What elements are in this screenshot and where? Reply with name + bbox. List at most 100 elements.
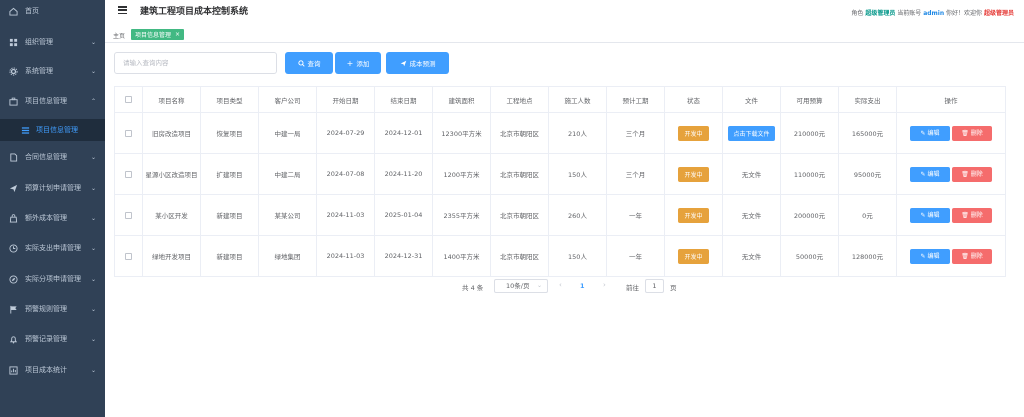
edit-button[interactable]: ✎ 编辑: [910, 248, 950, 264]
row-checkbox[interactable]: [125, 170, 132, 178]
tag-home[interactable]: 主页: [113, 31, 125, 40]
search-input[interactable]: [114, 52, 277, 74]
delete-button[interactable]: 🗑 删除: [952, 125, 992, 141]
sidebar-item-label: 预警记录管理: [25, 335, 67, 343]
sidebar-item-4[interactable]: 项目信息管理 ⌃: [0, 90, 105, 112]
send-icon: [400, 60, 406, 66]
sidebar-item-8[interactable]: 额外成本管理 ⌄: [0, 207, 105, 229]
sidebar-item-6[interactable]: 合同信息管理 ⌄: [0, 146, 105, 168]
next-page-icon[interactable]: ›: [603, 281, 606, 289]
cell-client: 绿地集团: [258, 235, 317, 277]
cell-location: 北京市朝阳区: [490, 194, 549, 236]
sidebar-item-1[interactable]: 首页: [0, 0, 105, 22]
cell-actual: 0元: [838, 194, 897, 236]
pagination: 共 4 条 10条/页 ⌄ ‹ 1 › 前往 1 页: [0, 279, 1024, 293]
cost-forecast-button[interactable]: 成本预测: [386, 52, 449, 74]
cell-end: 2024-12-31: [374, 235, 433, 277]
delete-button[interactable]: 🗑 删除: [952, 207, 992, 223]
sidebar-subitem-project-info[interactable]: 项目信息管理: [0, 119, 105, 141]
cell-workers: 210人: [548, 112, 607, 154]
column-header: 状态: [664, 86, 723, 113]
edit-button[interactable]: ✎ 编辑: [910, 207, 950, 223]
row-checkbox[interactable]: [125, 211, 132, 219]
cell-budget: 210000元: [780, 112, 839, 154]
column-header: 文件: [722, 86, 781, 113]
tag-project-info[interactable]: 项目信息管理 ×: [131, 29, 185, 40]
sidebar-item-9[interactable]: 实际支出申请管理 ⌄: [0, 237, 105, 259]
goto-page-input[interactable]: 1: [645, 279, 664, 293]
cell-duration: 一年: [606, 194, 665, 236]
status-badge: 开发中: [678, 125, 709, 141]
edit-button[interactable]: ✎ 编辑: [910, 166, 950, 182]
add-button[interactable]: + 添加: [335, 52, 381, 74]
sidebar-item-12[interactable]: 预警记录管理 ⌄: [0, 328, 105, 350]
sidebar-item-3[interactable]: 系统管理 ⌄: [0, 60, 105, 82]
cell-end: 2025-01-04: [374, 194, 433, 236]
delete-button[interactable]: 🗑 删除: [952, 166, 992, 182]
role-prefix: 角色: [851, 10, 864, 17]
download-file-button[interactable]: 点击下载文件: [728, 125, 775, 141]
flag-icon: [9, 305, 18, 314]
column-header: 客户公司: [258, 86, 317, 113]
sidebar-item-11[interactable]: 预警规则管理 ⌄: [0, 298, 105, 320]
table-header-row: 项目名称 项目类型 客户公司 开始日期 结束日期 建筑面积 工程地点 施工人数 预计工期 状态 文件…: [114, 86, 1006, 113]
table-row: 某小区开发 新建项目 某某公司 2024-11-03 2025-01-04 2355平方米…: [114, 194, 1006, 236]
cell-workers: 150人: [548, 153, 607, 195]
row-select-cell: [114, 235, 143, 277]
query-button[interactable]: 查询: [285, 52, 333, 74]
row-select-cell: [114, 112, 143, 154]
delete-button[interactable]: 🗑 删除: [952, 248, 992, 264]
tags-bar: 主页 项目信息管理 ×: [105, 27, 1024, 43]
row-select-cell: [114, 153, 143, 195]
sidebar-item-2[interactable]: 组织管理 ⌄: [0, 31, 105, 53]
edit-button[interactable]: ✎ 编辑: [910, 125, 950, 141]
bag-icon: [9, 213, 18, 223]
trash-icon: 🗑: [961, 129, 971, 137]
clock-icon: [9, 243, 18, 253]
chevron-down-icon: ⌄: [90, 366, 96, 374]
cell-actions: ✎ 编辑 🗑 删除: [896, 153, 1006, 195]
cell-status: 开发中: [664, 112, 723, 154]
cell-start: 2024-07-29: [316, 112, 375, 154]
cell-duration: 三个月: [606, 112, 665, 154]
pagination-total: 共 4 条: [462, 284, 484, 292]
cell-start: 2024-07-08: [316, 153, 375, 195]
row-checkbox[interactable]: [125, 129, 132, 137]
status-badge: 开发中: [678, 166, 709, 182]
sidebar-item-label: 项目信息管理: [36, 126, 78, 134]
user-info: 角色 超级管理员 当前账号 admin 你好！欢迎你 超级管理员: [851, 8, 1014, 17]
cell-name: 星源小区改造项目: [142, 153, 201, 195]
plus-icon: +: [346, 58, 354, 68]
cell-end: 2024-12-01: [374, 112, 433, 154]
chart-icon: [9, 365, 18, 375]
cell-file: 无文件: [722, 194, 781, 236]
row-checkbox[interactable]: [125, 252, 132, 260]
table-row: 星源小区改造项目 扩建项目 中建二局 2024-07-08 2024-11-20 1200…: [114, 153, 1006, 195]
cell-status: 开发中: [664, 194, 723, 236]
cell-file: 点击下载文件: [722, 112, 781, 154]
select-all-checkbox[interactable]: [125, 96, 132, 103]
cell-actions: ✎ 编辑 🗑 删除: [896, 194, 1006, 236]
cell-location: 北京市朝阳区: [490, 153, 549, 195]
cell-start: 2024-11-03: [316, 194, 375, 236]
hamburger-menu-icon[interactable]: [118, 6, 127, 15]
list-icon: [21, 126, 30, 135]
page-size-select[interactable]: 10条/页 ⌄: [494, 279, 548, 293]
cell-location: 北京市朝阳区: [490, 235, 549, 277]
delete-label: 删除: [970, 170, 983, 178]
column-header: 结束日期: [374, 86, 433, 113]
prev-page-icon[interactable]: ‹: [559, 281, 562, 289]
user-name[interactable]: 超级管理员: [984, 10, 1014, 17]
sidebar-item-label: 合同信息管理: [25, 153, 67, 161]
sidebar-item-label: 首页: [25, 7, 39, 15]
chevron-down-icon: ⌄: [90, 67, 96, 75]
sidebar-item-7[interactable]: 预算计划申请管理 ⌄: [0, 177, 105, 199]
edit-label: 编辑: [927, 252, 940, 260]
page-number[interactable]: 1: [580, 282, 585, 290]
sidebar-item-label: 系统管理: [25, 67, 53, 75]
cell-area: 1200平方米: [432, 153, 491, 195]
sidebar-item-13[interactable]: 项目成本统计 ⌄: [0, 359, 105, 381]
cell-type: 新建项目: [200, 235, 259, 277]
tag-close-icon[interactable]: ×: [175, 31, 180, 38]
status-badge: 开发中: [678, 248, 709, 264]
